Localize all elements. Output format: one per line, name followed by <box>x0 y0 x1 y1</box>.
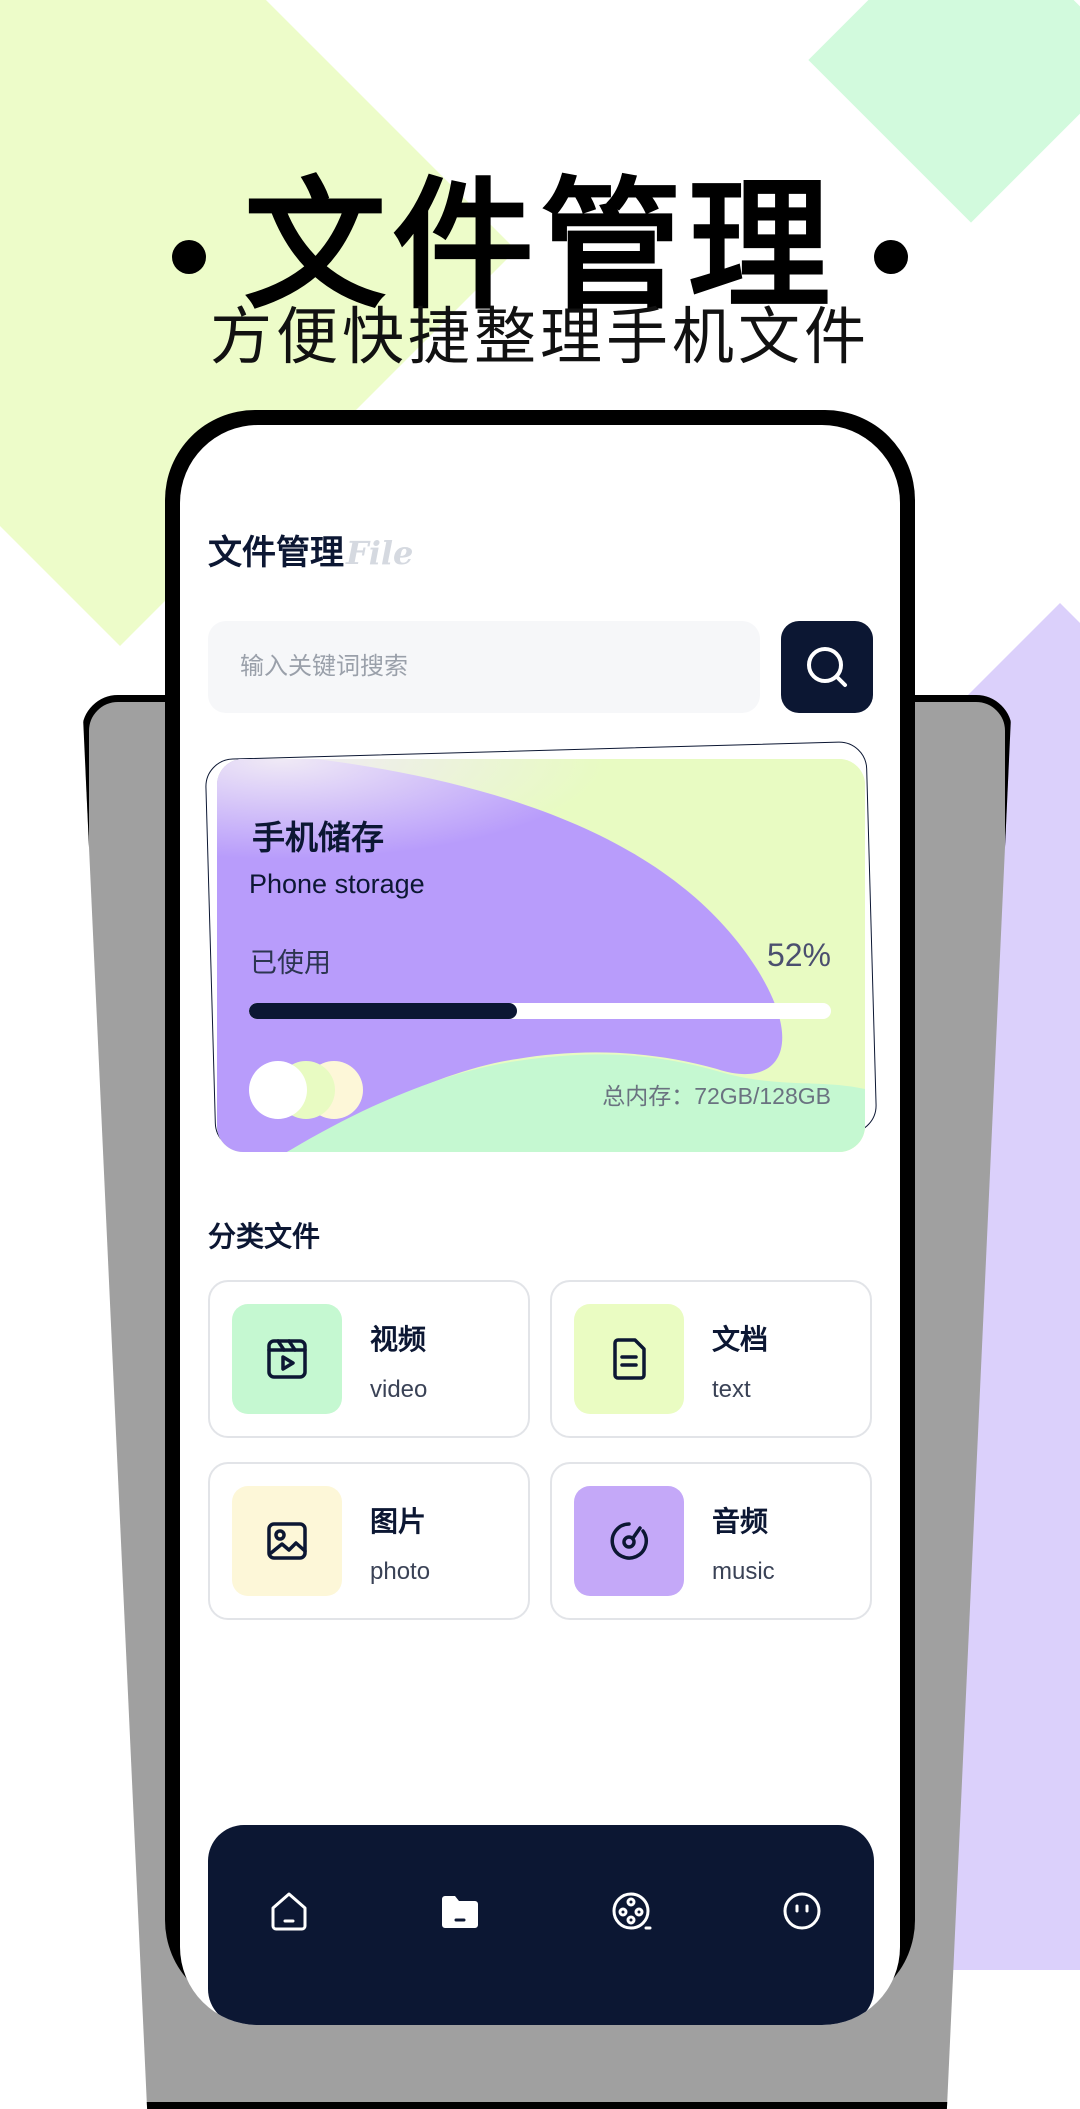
storage-subtitle: Phone storage <box>249 869 425 899</box>
home-icon <box>271 1892 307 1931</box>
page-title-text: 文件管理 <box>208 534 344 572</box>
category-photo-tile <box>232 1486 342 1596</box>
category-music-tile <box>574 1486 684 1596</box>
dot-white <box>249 1061 307 1119</box>
music-icon <box>610 1522 648 1560</box>
tab-home[interactable] <box>263 1885 315 1937</box>
storage-progress-fill <box>249 1003 517 1019</box>
category-photo-sublabel: photo <box>370 1558 431 1585</box>
category-photo-label: 图片 <box>370 1506 427 1537</box>
storage-dots <box>249 1061 379 1121</box>
storage-progress-bar <box>249 1003 831 1019</box>
storage-title: 手机储存 <box>252 819 384 856</box>
tab-profile[interactable] <box>776 1885 828 1937</box>
category-photo[interactable]: 图片 photo <box>208 1462 530 1620</box>
storage-card[interactable]: 手机储存 Phone storage 已使用 52% 总内存：72GB/128G… <box>217 759 865 1152</box>
promo-subline: 方便快捷整理手机文件 <box>209 300 870 373</box>
tab-media[interactable] <box>605 1885 657 1937</box>
document-icon <box>613 1338 646 1380</box>
used-label: 已使用 <box>250 948 331 978</box>
search-button[interactable] <box>781 621 873 713</box>
used-percent: 52% <box>766 937 831 973</box>
headline-dot-right <box>874 240 908 275</box>
headline-dot-left <box>172 240 206 275</box>
category-video-sublabel: video <box>370 1376 428 1403</box>
category-video-tile <box>232 1304 342 1414</box>
search-icon <box>807 647 847 687</box>
category-text-sublabel: text <box>712 1376 751 1403</box>
category-text-label: 文档 <box>712 1324 769 1355</box>
search-input[interactable] <box>208 621 760 713</box>
category-text[interactable]: 文档 text <box>550 1280 872 1438</box>
folder-icon <box>442 1896 478 1928</box>
category-music[interactable]: 音频 music <box>550 1462 872 1620</box>
category-music-sublabel: music <box>712 1558 775 1585</box>
category-video[interactable]: 视频 video <box>208 1280 530 1438</box>
category-music-label: 音频 <box>712 1506 769 1537</box>
phone-screen: 文件管理File 手机储存 Phone storage 已使用 52% <box>180 425 900 2025</box>
tab-files[interactable] <box>434 1885 486 1937</box>
face-icon <box>783 1892 821 1930</box>
bottom-tab-bar <box>208 1825 874 2025</box>
category-section-title: 分类文件 <box>208 1221 321 1252</box>
category-text-tile <box>574 1304 684 1414</box>
total-memory: 总内存：72GB/128GB <box>602 1083 831 1109</box>
page-title-decoration: File <box>346 534 414 572</box>
category-video-label: 视频 <box>370 1324 427 1355</box>
image-icon <box>267 1522 307 1560</box>
video-icon <box>267 1339 307 1379</box>
film-reel-icon <box>612 1892 652 1930</box>
page-title: 文件管理File <box>208 525 413 574</box>
